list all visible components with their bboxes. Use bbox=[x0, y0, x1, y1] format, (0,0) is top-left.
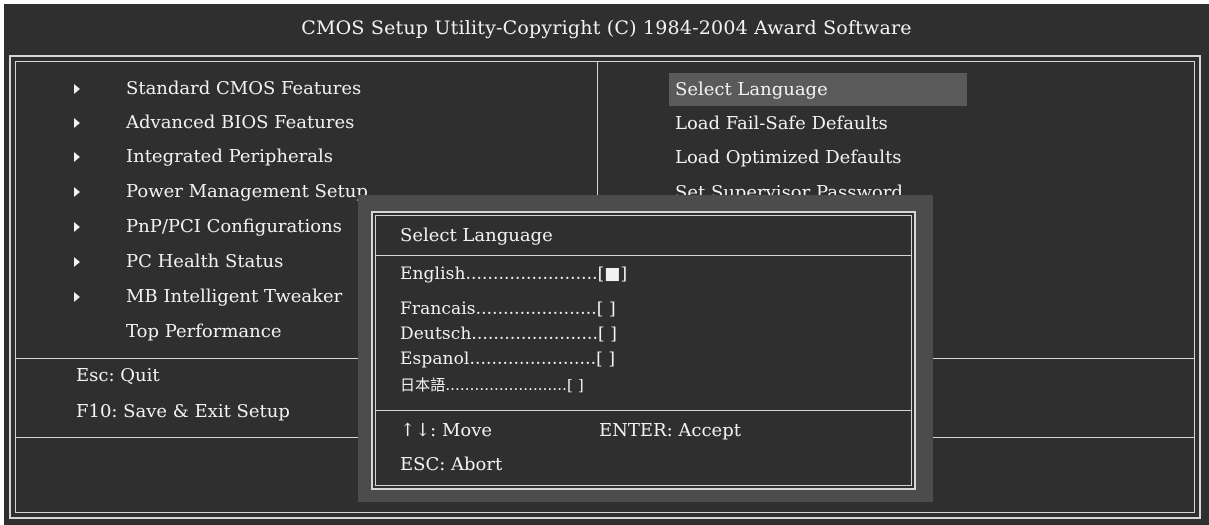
esc-abort-hint: ESC: Abort bbox=[400, 454, 503, 475]
selection-mark: [ ] bbox=[596, 349, 616, 369]
language-option-japanese[interactable]: 日本語.........................[ ] bbox=[400, 374, 584, 395]
dialog-title-divider bbox=[375, 255, 912, 256]
submenu-arrow-icon bbox=[74, 292, 80, 302]
menu-item-integrated-peripherals[interactable]: Integrated Peripherals bbox=[126, 144, 333, 170]
selection-mark: [ ] bbox=[596, 299, 616, 319]
language-label: Deutsch bbox=[400, 324, 472, 344]
esc-quit-hint: Esc: Quit bbox=[76, 365, 160, 386]
menu-item-load-optimized[interactable]: Load Optimized Defaults bbox=[669, 141, 967, 174]
menu-item-top-performance[interactable]: Top Performance bbox=[126, 319, 281, 345]
leader-dots: ......................... bbox=[445, 376, 568, 394]
language-option-espanol[interactable]: Espanol.......................[ ] bbox=[400, 349, 615, 369]
enter-accept-hint: ENTER: Accept bbox=[599, 420, 741, 441]
language-label: English bbox=[400, 264, 466, 284]
menu-item-power-management[interactable]: Power Management Setup bbox=[126, 179, 368, 205]
dialog-help-divider bbox=[375, 410, 912, 411]
language-label: Espanol bbox=[400, 349, 470, 369]
move-hint: ↑↓: Move bbox=[400, 420, 493, 441]
language-option-deutsch[interactable]: Deutsch.......................[ ] bbox=[400, 324, 617, 344]
submenu-arrow-icon bbox=[74, 257, 80, 267]
leader-dots: ...................... bbox=[475, 299, 597, 319]
menu-item-standard-cmos[interactable]: Standard CMOS Features bbox=[126, 76, 361, 102]
submenu-arrow-icon bbox=[74, 152, 80, 162]
submenu-arrow-icon bbox=[74, 84, 80, 94]
dialog-title: Select Language bbox=[400, 225, 553, 246]
leader-dots: ....................... bbox=[469, 349, 597, 369]
selection-mark: [ ] bbox=[567, 376, 584, 394]
language-option-english[interactable]: English........................[■] bbox=[400, 264, 627, 284]
submenu-arrow-icon bbox=[74, 118, 80, 128]
menu-item-pnp-pci[interactable]: PnP/PCI Configurations bbox=[126, 214, 342, 240]
language-option-francais[interactable]: Francais......................[ ] bbox=[400, 299, 616, 319]
language-label: Francais bbox=[400, 299, 476, 319]
menu-item-pc-health[interactable]: PC Health Status bbox=[126, 249, 283, 275]
language-label: 日本語 bbox=[400, 376, 446, 394]
leader-dots: ....................... bbox=[471, 324, 598, 344]
window-title: CMOS Setup Utility-Copyright (C) 1984-20… bbox=[301, 17, 912, 39]
menu-item-select-language[interactable]: Select Language bbox=[669, 73, 967, 106]
selection-mark: [ ] bbox=[597, 324, 617, 344]
menu-item-mb-intelligent-tweaker[interactable]: MB Intelligent Tweaker bbox=[126, 284, 342, 310]
menu-item-advanced-bios[interactable]: Advanced BIOS Features bbox=[126, 110, 354, 136]
menu-item-load-fail-safe[interactable]: Load Fail-Safe Defaults bbox=[669, 107, 967, 140]
f10-save-exit-hint: F10: Save & Exit Setup bbox=[76, 401, 290, 422]
selection-mark: [■] bbox=[597, 264, 628, 284]
submenu-arrow-icon bbox=[74, 187, 80, 197]
submenu-arrow-icon bbox=[74, 222, 80, 232]
leader-dots: ........................ bbox=[465, 264, 598, 284]
